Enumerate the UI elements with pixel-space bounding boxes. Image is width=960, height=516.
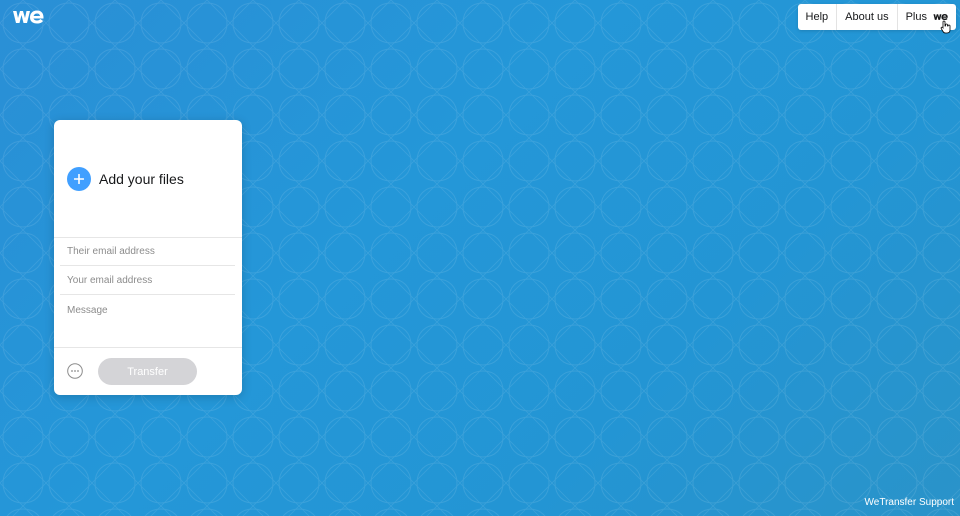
plus-icon <box>74 174 84 184</box>
transfer-button[interactable]: Transfer <box>98 358 197 385</box>
panel-footer-divider <box>54 347 242 348</box>
nav-about-label: About us <box>845 11 889 23</box>
nav-help-link[interactable]: Help <box>798 4 838 30</box>
hand-cursor-icon <box>940 20 951 34</box>
their-email-input[interactable] <box>60 238 235 266</box>
nav-about-link[interactable]: About us <box>837 4 898 30</box>
your-email-input[interactable] <box>60 267 235 295</box>
add-files-label: Add your files <box>99 171 184 187</box>
support-link[interactable]: WeTransfer Support <box>865 497 954 508</box>
add-files-circle[interactable] <box>67 167 91 191</box>
transfer-panel: Add your files Transfer <box>54 120 242 395</box>
more-options-icon[interactable] <box>67 363 83 379</box>
nav-plus-label: Plus <box>905 11 927 23</box>
add-files-button[interactable]: Add your files <box>67 167 184 191</box>
wetransfer-logo-icon[interactable] <box>12 9 44 25</box>
nav-help-label: Help <box>805 11 829 23</box>
message-input[interactable] <box>60 300 235 346</box>
top-navigation: Help About us Plus <box>797 4 956 30</box>
